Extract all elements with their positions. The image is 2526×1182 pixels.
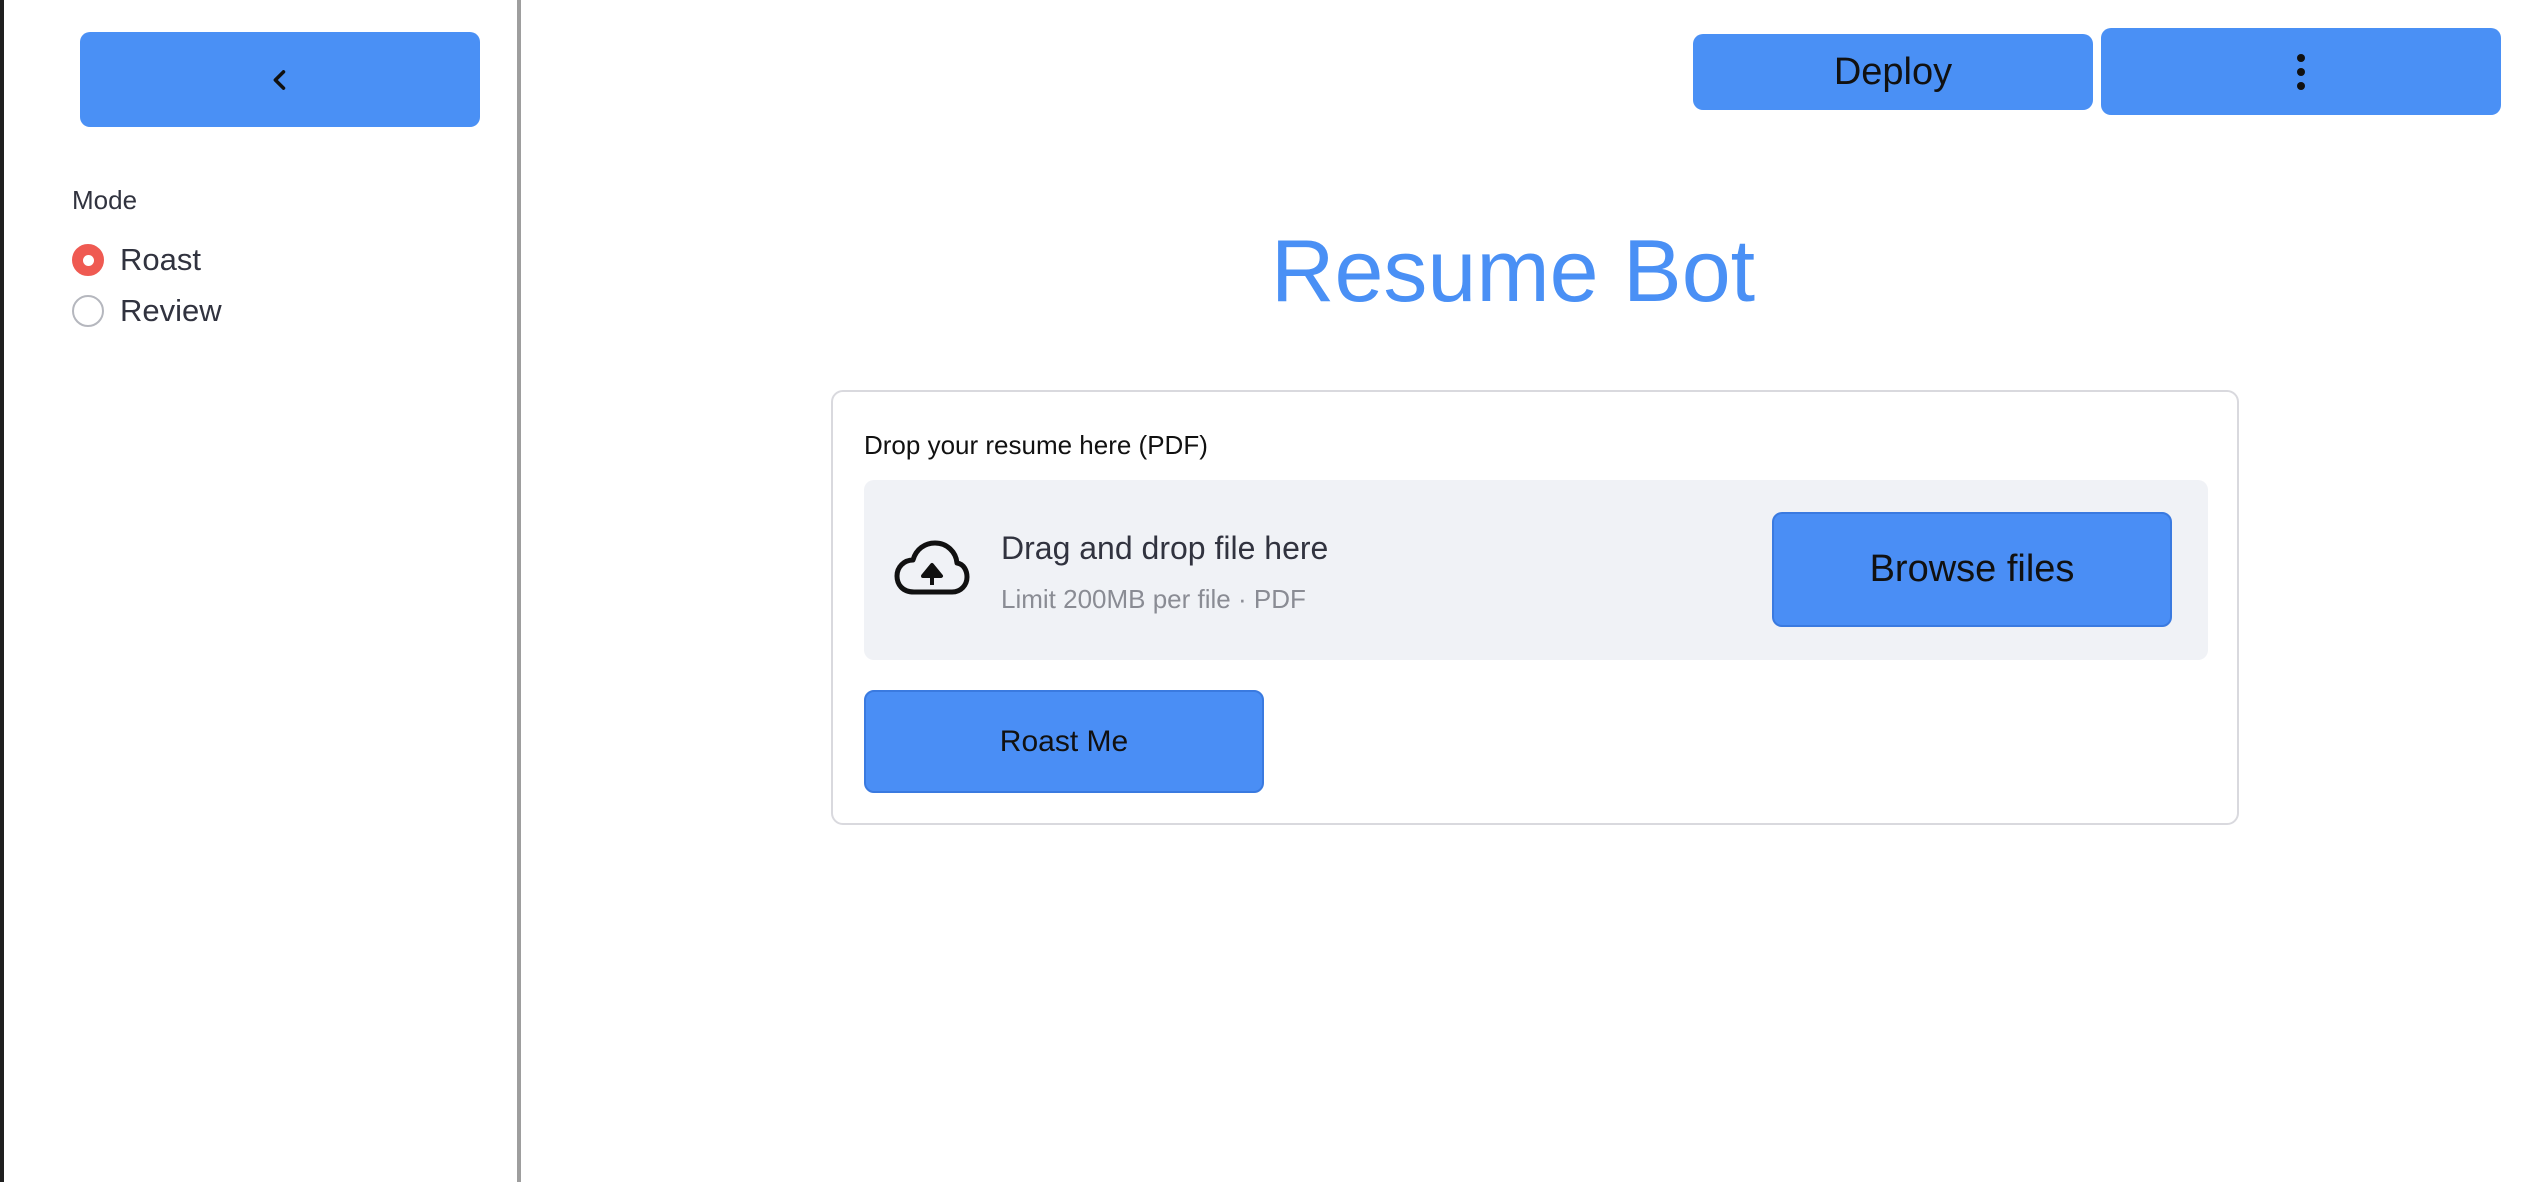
page-title: Resume Bot bbox=[1270, 221, 1756, 320]
browse-files-button[interactable]: Browse files bbox=[1772, 512, 2172, 627]
mode-label: Mode bbox=[72, 185, 138, 215]
radio-button-selected[interactable] bbox=[72, 244, 104, 276]
radio-label-roast: Roast bbox=[120, 242, 201, 277]
radio-label-review: Review bbox=[120, 293, 222, 328]
roast-me-button[interactable]: Roast Me bbox=[864, 690, 1264, 793]
sidebar: Mode Roast Review bbox=[4, 0, 521, 1182]
radio-button[interactable] bbox=[72, 295, 104, 327]
radio-option-review[interactable]: Review bbox=[72, 293, 222, 329]
main-menu-button[interactable] bbox=[2101, 28, 2501, 115]
collapse-sidebar-button[interactable] bbox=[80, 32, 480, 127]
file-dropzone[interactable]: Drag and drop file here Limit 200MB per … bbox=[864, 480, 2208, 660]
cloud-upload-icon bbox=[894, 540, 970, 595]
more-vertical-icon bbox=[2297, 53, 2305, 90]
deploy-button[interactable]: Deploy bbox=[1693, 34, 2093, 110]
dropzone-title: Drag and drop file here bbox=[1001, 530, 1329, 566]
dropzone-limit-text: Limit 200MB per file · PDF bbox=[1001, 584, 1306, 614]
file-uploader-label: Drop your resume here (PDF) bbox=[864, 430, 1208, 460]
chevron-left-icon bbox=[273, 69, 286, 90]
upload-form: Drop your resume here (PDF) Drag and dro… bbox=[831, 390, 2239, 825]
radio-option-roast[interactable]: Roast bbox=[72, 242, 201, 278]
